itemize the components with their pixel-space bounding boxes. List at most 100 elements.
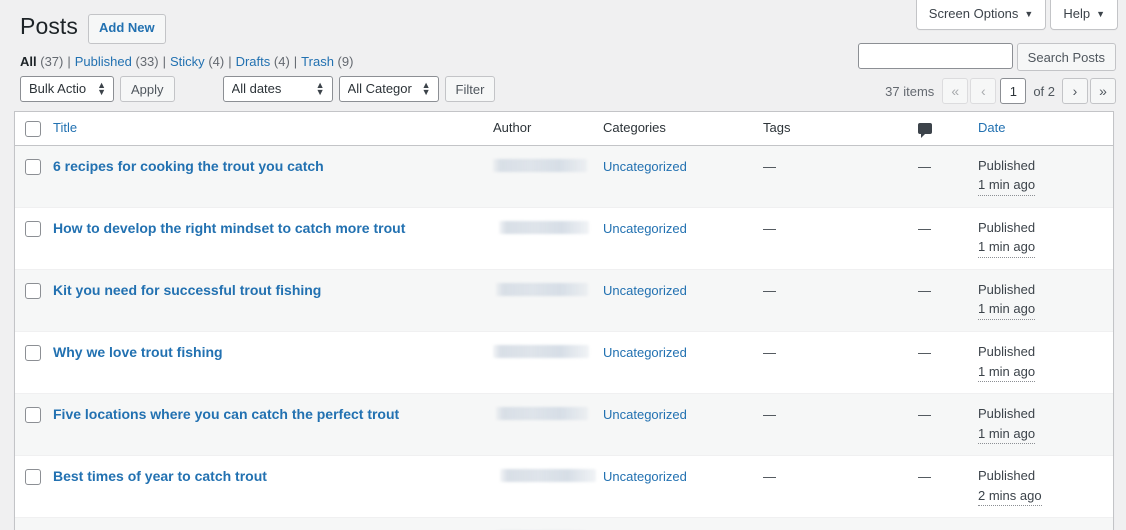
category-link[interactable]: Uncategorized — [603, 407, 687, 422]
row-checkbox[interactable] — [25, 159, 41, 175]
bulk-actions-select[interactable]: Bulk Actions — [20, 76, 114, 102]
row-checkbox[interactable] — [25, 221, 41, 237]
row-comments-cell: — — [918, 269, 978, 331]
status-link-drafts-label[interactable]: Drafts — [236, 54, 271, 69]
post-title-link[interactable]: Five locations where you can catch the p… — [53, 406, 399, 422]
apply-button[interactable]: Apply — [120, 76, 175, 102]
row-checkbox[interactable] — [25, 469, 41, 485]
column-header-title[interactable]: Title — [53, 112, 493, 145]
status-link-sticky[interactable]: Sticky (4) — [170, 54, 224, 69]
tags-value: — — [763, 159, 776, 174]
category-link[interactable]: Uncategorized — [603, 159, 687, 174]
date-filter-select[interactable]: All dates — [223, 76, 333, 102]
row-date-cell: Published1 min ago — [978, 393, 1113, 455]
category-link[interactable]: Uncategorized — [603, 469, 687, 484]
select-all-header — [15, 112, 53, 145]
status-link-published[interactable]: Published (33) — [75, 54, 159, 69]
search-input[interactable] — [858, 43, 1013, 69]
status-link-sticky-label[interactable]: Sticky — [170, 54, 205, 69]
select-all-checkbox[interactable] — [25, 121, 41, 137]
row-select-cell — [15, 455, 53, 517]
chevron-down-icon: ▼ — [1024, 9, 1033, 19]
row-categories-cell: Uncategorized — [603, 145, 763, 207]
post-title-link[interactable]: Why we love trout fishing — [53, 344, 223, 360]
row-author-cell — [493, 207, 603, 269]
row-author-cell — [493, 269, 603, 331]
post-date-relative: 1 min ago — [978, 363, 1035, 382]
filter-button[interactable]: Filter — [445, 76, 496, 102]
category-link[interactable]: Uncategorized — [603, 283, 687, 298]
category-link[interactable]: Uncategorized — [603, 221, 687, 236]
row-checkbox[interactable] — [25, 345, 41, 361]
row-tags-cell: — — [763, 455, 918, 517]
post-date-relative: 1 min ago — [978, 176, 1035, 195]
status-link-trash-count: (9) — [338, 54, 354, 69]
row-tags-cell: — — [763, 269, 918, 331]
search-posts-button[interactable]: Search Posts — [1017, 43, 1116, 71]
post-title-link[interactable]: Best times of year to catch trout — [53, 468, 267, 484]
posts-admin-page: Screen Options▼ Help▼ Posts Add New All … — [0, 0, 1126, 530]
add-new-button[interactable]: Add New — [88, 14, 166, 44]
total-pages-label: of 2 — [1033, 84, 1055, 99]
next-page-button[interactable]: › — [1062, 78, 1088, 104]
table-header-row: Title Author Categories Tags Date — [15, 112, 1113, 145]
posts-table-body: 6 recipes for cooking the trout you catc… — [15, 145, 1113, 530]
post-title-link[interactable]: 6 recipes for cooking the trout you catc… — [53, 158, 324, 174]
post-date-relative: 1 min ago — [978, 300, 1035, 319]
status-link-trash[interactable]: Trash (9) — [301, 54, 353, 69]
row-comments-cell: — — [918, 455, 978, 517]
post-status-label: Published — [978, 157, 1103, 176]
comments-count: — — [918, 469, 931, 484]
comments-count: — — [918, 345, 931, 360]
row-title-cell: How to develop the right mindset to catc… — [53, 207, 493, 269]
column-header-tags: Tags — [763, 112, 918, 145]
row-author-cell — [493, 393, 603, 455]
first-page-button[interactable]: « — [942, 78, 968, 104]
comments-count: — — [918, 221, 931, 236]
comments-count: — — [918, 283, 931, 298]
row-author-cell — [493, 145, 603, 207]
row-categories-cell: Uncategorized — [603, 331, 763, 393]
post-title-link[interactable]: How to develop the right mindset to catc… — [53, 220, 405, 236]
status-link-trash-label[interactable]: Trash — [301, 54, 334, 69]
table-row: Best spots for trout fishingUncategorize… — [15, 517, 1113, 530]
screen-options-button[interactable]: Screen Options ▼ — [916, 0, 1047, 30]
column-header-author: Author — [493, 112, 603, 145]
row-date-cell: Published2 mins ago — [978, 455, 1113, 517]
tags-value: — — [763, 407, 776, 422]
status-link-all[interactable]: All (37) — [20, 54, 63, 69]
row-select-cell — [15, 331, 53, 393]
column-header-categories: Categories — [603, 112, 763, 145]
prev-page-button[interactable]: ‹ — [970, 78, 996, 104]
column-header-date[interactable]: Date — [978, 112, 1113, 145]
last-page-button[interactable]: » — [1090, 78, 1116, 104]
row-title-cell: Best spots for trout fishing — [53, 517, 493, 530]
status-link-drafts-count: (4) — [274, 54, 290, 69]
search-box: Search Posts — [858, 43, 1116, 71]
comments-count: — — [918, 159, 931, 174]
tags-value: — — [763, 283, 776, 298]
post-status-label: Published — [978, 281, 1103, 300]
category-link[interactable]: Uncategorized — [603, 345, 687, 360]
status-link-published-label[interactable]: Published — [75, 54, 132, 69]
row-comments-cell: — — [918, 207, 978, 269]
category-filter-select[interactable]: All Categories — [339, 76, 439, 102]
separator: | — [224, 54, 235, 69]
posts-table-container: Title Author Categories Tags Date 6 reci… — [14, 111, 1114, 530]
post-title-link[interactable]: Kit you need for successful trout fishin… — [53, 282, 321, 298]
bulk-actions-group: Bulk Actions ▲▼ Apply All dates ▲▼ All C… — [20, 76, 495, 102]
status-link-all-label: All — [20, 54, 37, 69]
row-categories-cell: Uncategorized — [603, 269, 763, 331]
table-row: Best times of year to catch trout Uncateg… — [15, 455, 1113, 517]
row-tags-cell: — — [763, 331, 918, 393]
current-page-input[interactable]: 1 — [1000, 78, 1026, 104]
help-button[interactable]: Help▼ — [1050, 0, 1118, 30]
row-title-cell: Best times of year to catch trout — [53, 455, 493, 517]
post-status-label: Published — [978, 467, 1103, 486]
row-select-cell — [15, 517, 53, 530]
row-checkbox[interactable] — [25, 407, 41, 423]
post-status-label: Published — [978, 405, 1103, 424]
screen-options-label: Screen Options — [929, 6, 1019, 21]
status-link-drafts[interactable]: Drafts (4) — [236, 54, 290, 69]
row-checkbox[interactable] — [25, 283, 41, 299]
